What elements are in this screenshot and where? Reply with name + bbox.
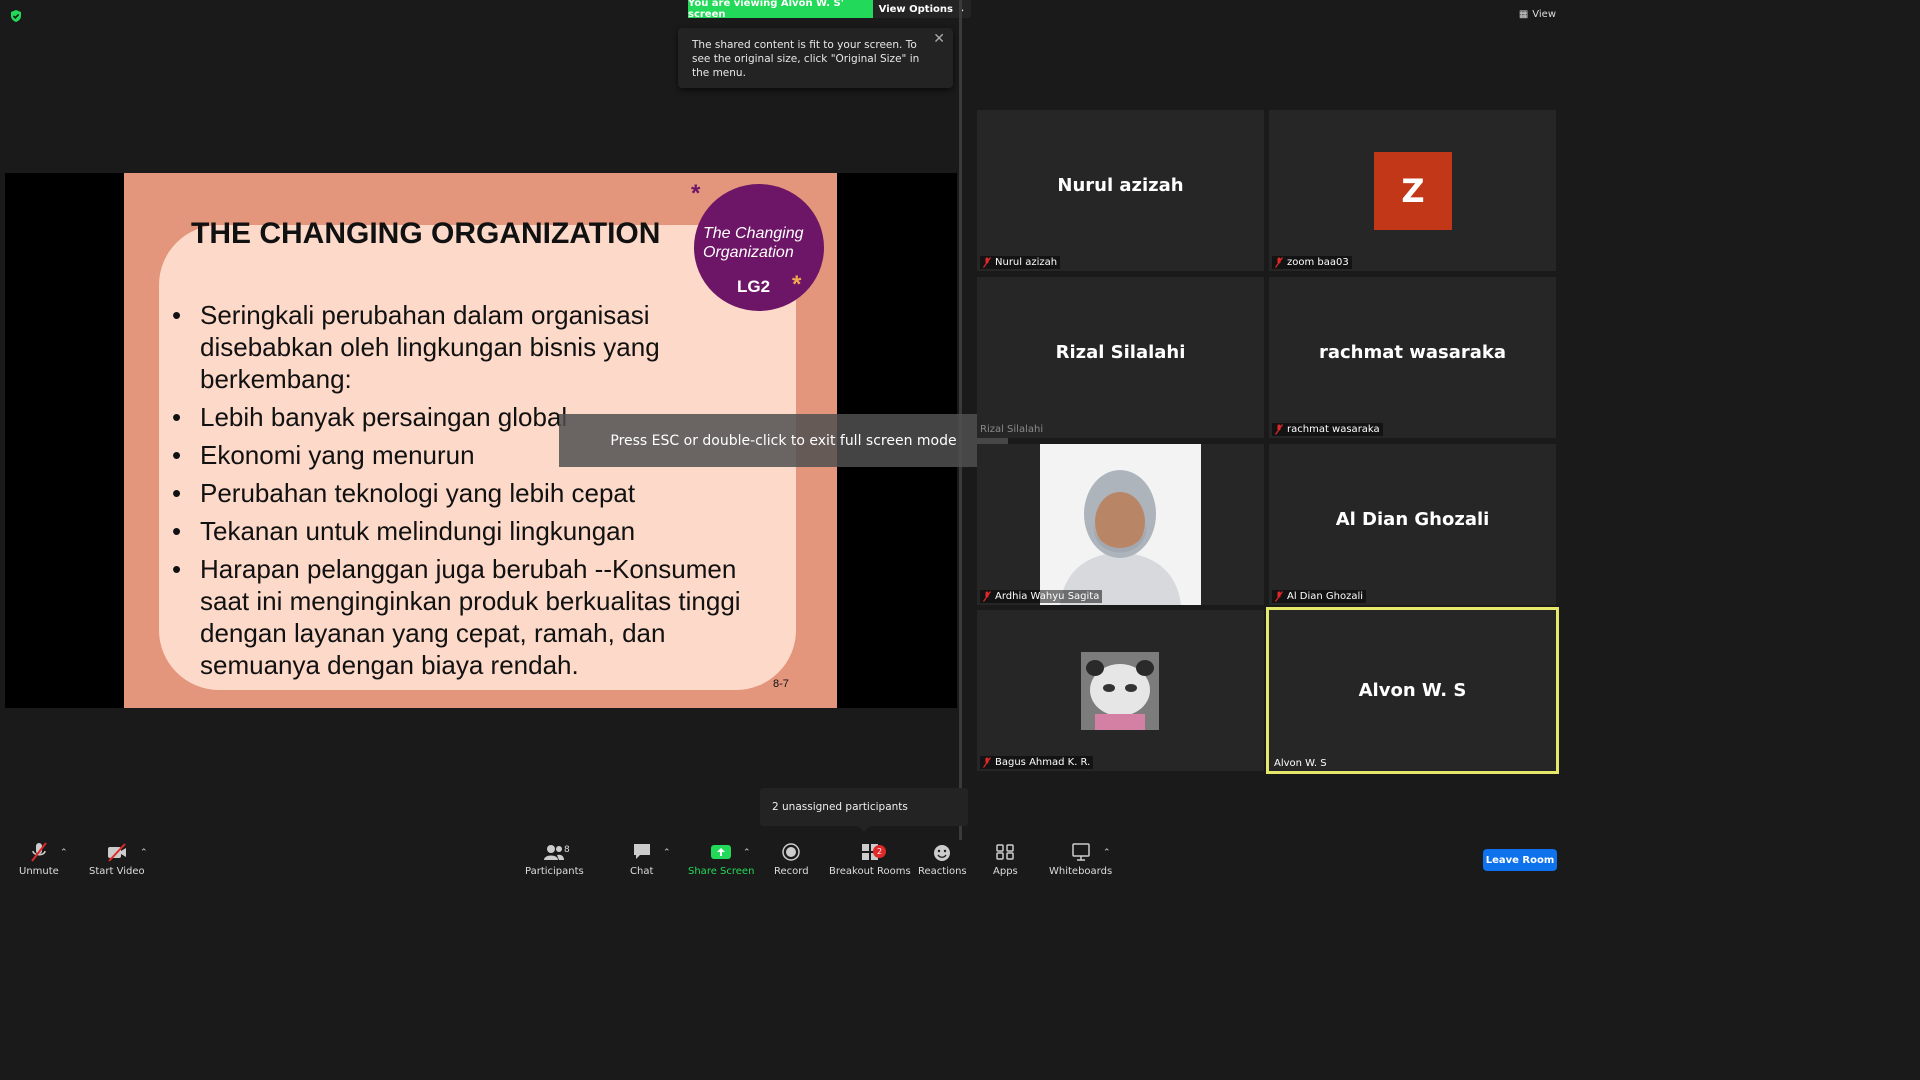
participant-display-name: Alvon W. S — [1358, 680, 1467, 701]
participant-name-label: Rizal Silalahi — [980, 424, 1044, 435]
view-layout-button[interactable]: ▦ View — [1519, 9, 1556, 20]
participant-name-label: Al Dian Ghozali — [1272, 590, 1367, 603]
apps-label: Apps — [993, 866, 1018, 877]
participant-display-name: rachmat wasaraka — [1318, 342, 1507, 363]
breakout-rooms-badge: 2 — [873, 845, 886, 858]
participant-display-name: Nurul azizah — [1057, 175, 1184, 196]
participant-name-label: rachmat wasaraka — [1272, 423, 1383, 436]
mic-muted-icon — [983, 591, 991, 602]
whiteboard-icon — [1071, 843, 1090, 861]
video-options-caret[interactable]: ⌃ — [140, 848, 148, 858]
breakout-rooms-button[interactable]: Breakout Rooms — [829, 842, 911, 877]
participant-video-photo — [1040, 444, 1201, 605]
mic-muted-icon — [1275, 591, 1283, 602]
view-options-button[interactable]: View Options ⌄ — [873, 0, 971, 18]
unmute-label: Unmute — [19, 866, 59, 877]
tooltip-text: The shared content is fit to your screen… — [692, 39, 920, 79]
participants-count: 8 — [564, 845, 570, 855]
chat-label: Chat — [630, 866, 654, 877]
slide-bullet-list: Seringkali perubahan dalam organisasi di… — [172, 299, 772, 687]
breakout-rooms-label: Breakout Rooms — [829, 866, 911, 877]
start-video-label: Start Video — [89, 866, 145, 877]
participant-label-text: Bagus Ahmad K. R. — [995, 757, 1091, 768]
mic-muted-icon — [983, 257, 991, 268]
mic-muted-icon — [1275, 424, 1283, 435]
view-label: View — [1532, 9, 1556, 20]
close-icon[interactable]: ✕ — [933, 32, 945, 46]
participant-label-text: rachmat wasaraka — [1287, 424, 1380, 435]
start-video-button[interactable]: Start Video — [89, 842, 145, 877]
slide-number: 8-7 — [773, 678, 789, 690]
bullet-item: Tekanan untuk melindungi lingkungan — [172, 515, 772, 547]
share-screen-label: Share Screen — [688, 866, 755, 877]
participant-name-label: Alvon W. S — [1271, 757, 1330, 770]
participant-tile[interactable]: Bagus Ahmad K. R. — [977, 610, 1264, 771]
participant-label-text: zoom baa03 — [1287, 257, 1349, 268]
participant-tile[interactable]: Ardhia Wahyu Sagita — [977, 444, 1264, 605]
bullet-item: Seringkali perubahan dalam organisasi di… — [172, 299, 772, 395]
exit-fullscreen-hint: Press ESC or double-click to exit full s… — [559, 414, 1008, 467]
participant-label-text: Nurul azizah — [995, 257, 1058, 268]
grid-layout-icon: ▦ — [1518, 9, 1529, 20]
fit-to-screen-tooltip: The shared content is fit to your screen… — [678, 28, 953, 88]
participant-name-label: Bagus Ahmad K. R. — [980, 756, 1094, 769]
participant-display-name: Rizal Silalahi — [1055, 342, 1186, 363]
reactions-button[interactable]: Reactions — [918, 842, 967, 877]
whiteboards-label: Whiteboards — [1049, 866, 1113, 877]
chat-button[interactable]: Chat — [630, 842, 653, 877]
participant-tile[interactable]: Z zoom baa03 — [1269, 110, 1556, 271]
record-icon — [782, 843, 801, 861]
unassigned-participants-tooltip: 2 unassigned participants — [760, 788, 968, 832]
reactions-icon — [934, 845, 951, 861]
participant-tile[interactable]: Al Dian Ghozali Al Dian Ghozali — [1269, 444, 1556, 605]
view-options-label: View Options — [878, 3, 953, 15]
share-options-caret[interactable]: ⌃ — [743, 848, 751, 858]
avatar: Z — [1374, 152, 1452, 230]
bullet-item: Harapan pelanggan juga berubah --Konsume… — [172, 553, 772, 681]
share-screen-icon — [711, 845, 732, 859]
participant-name-label: Ardhia Wahyu Sagita — [980, 590, 1103, 603]
slide-title: THE CHANGING ORGANIZATION — [191, 217, 661, 250]
asterisk-decoration-icon: * — [691, 180, 701, 207]
participant-name-label: Nurul azizah — [980, 256, 1061, 269]
apps-button[interactable]: Apps — [993, 842, 1018, 877]
participant-label-text: Ardhia Wahyu Sagita — [995, 591, 1100, 602]
asterisk-decoration-icon: * — [792, 271, 802, 298]
mic-muted-icon — [983, 757, 991, 768]
record-label: Record — [774, 866, 809, 877]
mic-muted-icon — [1275, 257, 1283, 268]
leave-room-button[interactable]: Leave Room — [1483, 849, 1557, 871]
apps-icon — [996, 844, 1015, 860]
badge-code: LG2 — [737, 277, 771, 296]
slide-badge-circle: The Changing Organization LG2 — [694, 184, 824, 311]
participant-tile[interactable]: Nurul azizah Nurul azizah — [977, 110, 1264, 271]
participant-tile[interactable]: Rizal Silalahi — [977, 277, 1264, 438]
badge-title: The Changing Organization — [703, 225, 804, 261]
participant-label-text: Alvon W. S — [1274, 758, 1327, 769]
security-shield-icon[interactable] — [9, 9, 23, 23]
participants-label: Participants — [525, 866, 584, 877]
active-speaker-tile[interactable]: Alvon W. S Alvon W. S — [1266, 607, 1559, 774]
unmute-button[interactable]: Unmute — [19, 842, 59, 877]
record-button[interactable]: Record — [774, 842, 809, 877]
chat-options-caret[interactable]: ⌃ — [663, 848, 671, 858]
mic-muted-icon — [31, 842, 47, 862]
participant-name-label: zoom baa03 — [1272, 256, 1352, 269]
participants-button[interactable]: Participants — [525, 842, 584, 877]
panda-avatar — [1081, 652, 1159, 730]
viewing-screen-banner: You are viewing Alvon W. S' screen — [688, 0, 873, 20]
participant-label-text: Al Dian Ghozali — [1287, 591, 1364, 602]
chat-icon — [633, 844, 650, 859]
video-off-icon — [107, 843, 126, 862]
reactions-label: Reactions — [918, 866, 967, 877]
audio-options-caret[interactable]: ⌃ — [60, 848, 68, 858]
whiteboard-options-caret[interactable]: ⌃ — [1103, 848, 1111, 858]
bullet-item: Perubahan teknologi yang lebih cepat — [172, 477, 772, 509]
participants-icon — [544, 845, 565, 860]
participant-tile[interactable]: rachmat wasaraka rachmat wasaraka — [1269, 277, 1556, 438]
participant-display-name: Al Dian Ghozali — [1335, 509, 1490, 530]
